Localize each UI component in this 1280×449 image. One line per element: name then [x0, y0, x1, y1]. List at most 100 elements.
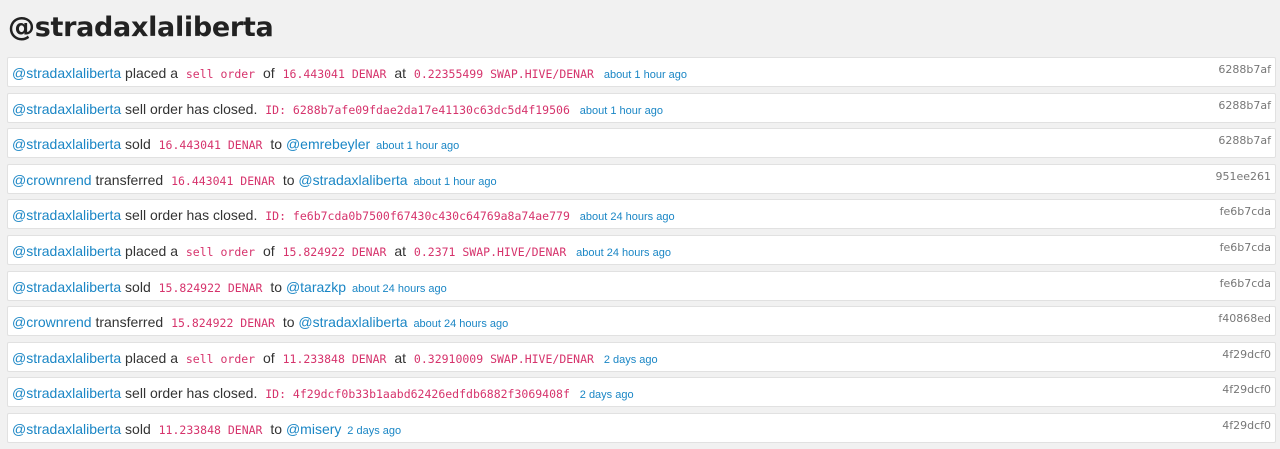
- user-link[interactable]: @stradaxlaliberta: [12, 136, 121, 152]
- code-value: 15.824922 DENAR: [171, 316, 275, 331]
- user-link[interactable]: @stradaxlaliberta: [12, 385, 121, 401]
- action-text: to: [270, 420, 283, 437]
- transaction-hash-link[interactable]: fe6b7cda: [1220, 277, 1271, 290]
- activity-text: @stradaxlaliberta sell order has closed.…: [12, 384, 634, 404]
- code-value: 15.824922 DENAR: [158, 280, 263, 295]
- action-text: placed a: [125, 65, 178, 81]
- action-text: transferred: [95, 171, 164, 188]
- action-text: at: [394, 65, 407, 81]
- transaction-hash-link[interactable]: fe6b7cda: [1220, 205, 1271, 218]
- timestamp-link[interactable]: 2 days ago: [604, 354, 658, 366]
- action-text: placed a: [125, 242, 178, 259]
- user-link[interactable]: @stradaxlaliberta: [12, 279, 121, 295]
- activity-text: @stradaxlaliberta placed a sell order of…: [12, 242, 671, 262]
- activity-row: @crownrend transferred 15.824922 DENAR t…: [7, 306, 1276, 337]
- activity-row: @crownrend transferred 16.443041 DENAR t…: [7, 163, 1276, 194]
- activity-row: @stradaxlaliberta placed a sell order of…: [7, 57, 1276, 87]
- user-link[interactable]: @emrebeyler: [286, 136, 370, 152]
- activity-row: @stradaxlaliberta sold 11.233848 DENAR t…: [7, 412, 1276, 443]
- action-text: of: [263, 242, 275, 259]
- user-link[interactable]: @misery: [286, 421, 341, 437]
- code-value: 0.32910009 SWAP.HIVE/DENAR: [413, 351, 594, 366]
- timestamp-link[interactable]: about 24 hours ago: [576, 247, 671, 259]
- user-link[interactable]: @stradaxlaliberta: [12, 65, 121, 81]
- timestamp-link[interactable]: about 1 hour ago: [604, 69, 687, 81]
- action-text: placed a: [125, 349, 178, 366]
- transaction-hash-link[interactable]: 4f29dcf0: [1222, 348, 1271, 361]
- action-text: to: [282, 171, 295, 188]
- user-link[interactable]: @stradaxlaliberta: [12, 101, 121, 117]
- user-link[interactable]: @stradaxlaliberta: [12, 421, 121, 437]
- transaction-hash-link[interactable]: f40868ed: [1218, 312, 1271, 325]
- action-text: sold: [125, 420, 151, 437]
- code-value: 11.233848 DENAR: [158, 422, 263, 437]
- code-value: ID: 4f29dcf0b33b1aabd62426edfdb6882f3069…: [265, 387, 570, 402]
- code-value: ID: 6288b7afe09fdae2da17e41130c63dc5d4f1…: [265, 102, 570, 117]
- user-link[interactable]: @tarazkp: [286, 279, 346, 295]
- code-value: 16.443041 DENAR: [282, 67, 387, 81]
- activity-text: @stradaxlaliberta placed a sell order of…: [12, 349, 658, 369]
- user-link[interactable]: @stradaxlaliberta: [12, 243, 121, 259]
- code-value: 16.443041 DENAR: [171, 173, 275, 188]
- activity-row: @stradaxlaliberta placed a sell order of…: [7, 341, 1276, 372]
- transaction-hash-link[interactable]: fe6b7cda: [1220, 241, 1271, 254]
- user-link[interactable]: @crownrend: [12, 314, 92, 330]
- user-link[interactable]: @stradaxlaliberta: [298, 172, 407, 188]
- transaction-hash-link[interactable]: 6288b7af: [1218, 63, 1271, 76]
- timestamp-link[interactable]: about 24 hours ago: [352, 283, 447, 295]
- timestamp-link[interactable]: about 24 hours ago: [413, 318, 508, 330]
- transaction-hash-link[interactable]: 4f29dcf0: [1222, 419, 1271, 432]
- action-text: sold: [125, 136, 151, 153]
- code-value: 0.22355499 SWAP.HIVE/DENAR: [413, 67, 594, 81]
- action-text: of: [263, 349, 275, 366]
- action-text: to: [270, 278, 283, 295]
- code-value: 16.443041 DENAR: [158, 138, 263, 153]
- code-value: ID: fe6b7cda0b7500f67430c430c64769a8a74a…: [265, 209, 570, 224]
- activity-row: @stradaxlaliberta sell order has closed.…: [7, 92, 1276, 123]
- action-text: sell order has closed.: [125, 385, 258, 402]
- activity-text: @stradaxlaliberta sold 16.443041 DENAR t…: [12, 135, 459, 155]
- action-text: to: [282, 314, 295, 331]
- timestamp-link[interactable]: 2 days ago: [347, 425, 401, 437]
- user-link[interactable]: @stradaxlaliberta: [12, 207, 121, 223]
- code-value: 15.824922 DENAR: [282, 244, 387, 259]
- transaction-hash-link[interactable]: 4f29dcf0: [1222, 383, 1271, 396]
- activity-text: @stradaxlaliberta placed a sell order of…: [12, 64, 687, 84]
- action-text: to: [270, 136, 283, 153]
- activity-text: @stradaxlaliberta sold 15.824922 DENAR t…: [12, 278, 447, 298]
- action-text: sell order has closed.: [125, 207, 258, 224]
- activity-text: @crownrend transferred 16.443041 DENAR t…: [12, 171, 497, 191]
- action-text: transferred: [95, 314, 164, 331]
- code-value: 0.2371 SWAP.HIVE/DENAR: [413, 244, 567, 259]
- timestamp-link[interactable]: about 1 hour ago: [376, 140, 459, 152]
- timestamp-link[interactable]: about 1 hour ago: [413, 176, 496, 188]
- transaction-hash-link[interactable]: 951ee261: [1215, 170, 1271, 183]
- user-link[interactable]: @stradaxlaliberta: [12, 350, 121, 366]
- activity-text: @crownrend transferred 15.824922 DENAR t…: [12, 313, 508, 333]
- action-text: sold: [125, 278, 151, 295]
- code-value: sell order: [185, 351, 256, 366]
- code-value: 11.233848 DENAR: [282, 351, 387, 366]
- code-value: sell order: [185, 244, 256, 259]
- activity-text: @stradaxlaliberta sold 11.233848 DENAR t…: [12, 420, 401, 440]
- timestamp-link[interactable]: about 1 hour ago: [580, 105, 663, 117]
- user-link[interactable]: @crownrend: [12, 172, 92, 188]
- transaction-hash-link[interactable]: 6288b7af: [1218, 99, 1271, 112]
- activity-row: @stradaxlaliberta sell order has closed.…: [7, 199, 1276, 230]
- activity-row: @stradaxlaliberta sold 16.443041 DENAR t…: [7, 128, 1276, 159]
- activity-feed: @stradaxlaliberta placed a sell order of…: [7, 57, 1276, 449]
- action-text: of: [263, 65, 275, 81]
- timestamp-link[interactable]: 2 days ago: [580, 389, 634, 401]
- action-text: at: [394, 242, 407, 259]
- activity-text: @stradaxlaliberta sell order has closed.…: [12, 206, 675, 226]
- timestamp-link[interactable]: about 24 hours ago: [580, 211, 675, 223]
- action-text: at: [394, 349, 407, 366]
- activity-row: @stradaxlaliberta sold 15.824922 DENAR t…: [7, 270, 1276, 301]
- transaction-hash-link[interactable]: 6288b7af: [1218, 134, 1271, 147]
- user-link[interactable]: @stradaxlaliberta: [298, 314, 407, 330]
- activity-text: @stradaxlaliberta sell order has closed.…: [12, 100, 663, 120]
- activity-row: @stradaxlaliberta sell order has closed.…: [7, 377, 1276, 408]
- action-text: sell order has closed.: [125, 100, 258, 117]
- code-value: sell order: [185, 67, 256, 81]
- activity-row: @stradaxlaliberta placed a sell order of…: [7, 234, 1276, 265]
